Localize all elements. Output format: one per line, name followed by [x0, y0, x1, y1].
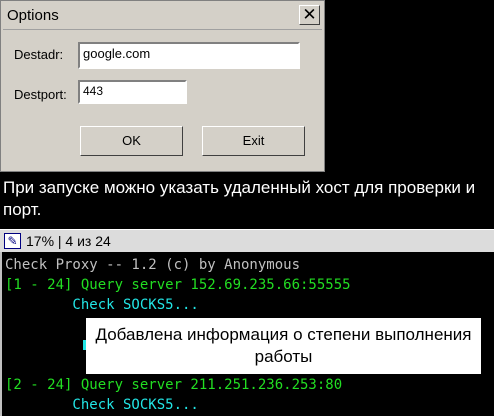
console-line-check-1: Check SOCKS5... — [5, 297, 199, 313]
ok-button[interactable]: OK — [80, 126, 183, 156]
destadr-label: Destadr: — [14, 47, 64, 62]
console-line-query-1: [1 - 24] Query server 152.69.235.66:5555… — [5, 277, 351, 293]
destport-input[interactable]: 443 — [78, 80, 187, 104]
exit-button[interactable]: Exit — [202, 126, 305, 156]
console-line-check-2: Check SOCKS5... — [5, 397, 199, 413]
close-icon: ✕ — [302, 5, 317, 24]
close-button[interactable]: ✕ — [299, 5, 320, 25]
options-dialog: Options ✕ Destadr: google.com Destport: … — [0, 0, 325, 172]
destadr-input[interactable]: google.com — [78, 42, 300, 69]
app-icon: ✎ — [4, 233, 21, 249]
dialog-titlebar[interactable]: Options ✕ — [3, 3, 322, 30]
annotation-box: Добавлена информация о степени выполнени… — [86, 318, 481, 374]
description-caption: При запуске можно указать удаленный хост… — [3, 178, 476, 219]
progress-title: 17% | 4 из 24 — [26, 233, 111, 249]
console-line-query-2: [2 - 24] Query server 211.251.236.253:80 — [5, 377, 343, 393]
dialog-title: Options — [7, 7, 59, 24]
console-titlebar[interactable]: ✎ 17% | 4 из 24 — [0, 229, 494, 252]
console-header: Check Proxy -- 1.2 (c) by Anonymous — [5, 257, 301, 273]
destport-label: Destport: — [14, 87, 67, 102]
